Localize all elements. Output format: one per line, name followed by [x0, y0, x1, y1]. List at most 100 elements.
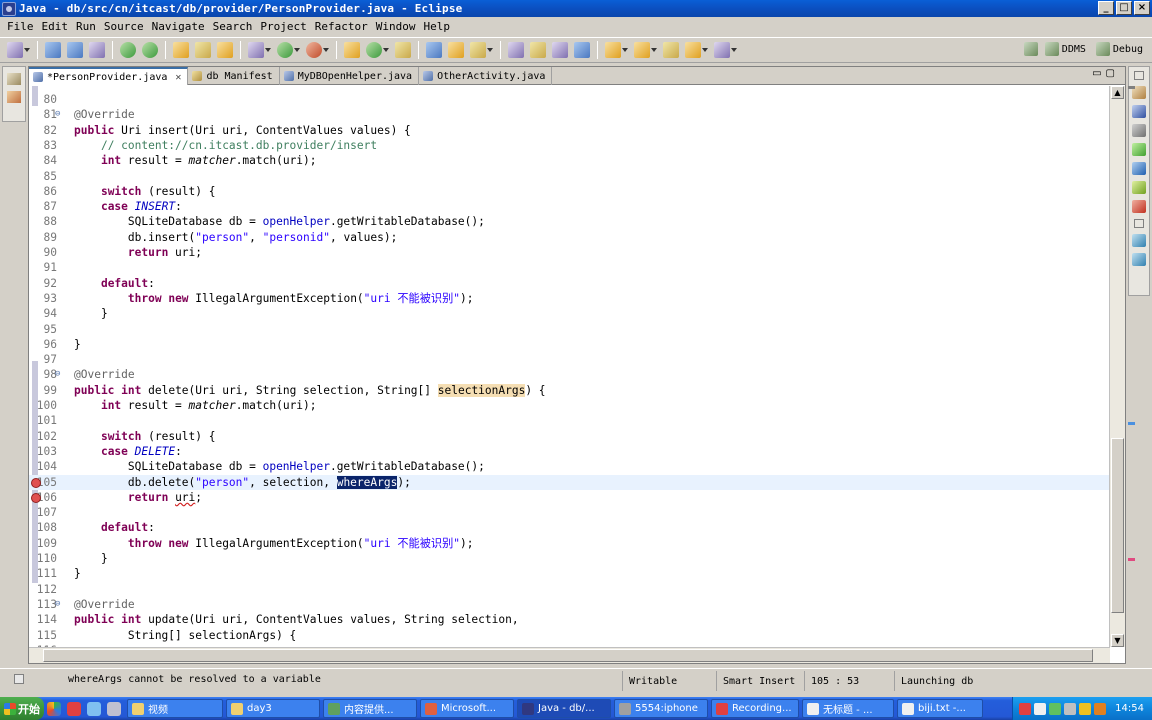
tab-other-activity[interactable]: OtherActivity.java: [419, 67, 553, 85]
menu-window[interactable]: Window: [372, 20, 420, 33]
previous-annotation-dropdown-icon[interactable]: [651, 42, 658, 58]
toggle-mark-occurrences-icon[interactable]: [508, 42, 524, 58]
code-line[interactable]: 105 db.delete("person", selection, where…: [29, 474, 1109, 490]
task-item[interactable]: biji.txt -...: [897, 699, 983, 718]
code-text[interactable]: }: [74, 306, 108, 321]
maximize-button[interactable]: □: [1116, 1, 1132, 15]
tab-db-manifest[interactable]: db Manifest: [188, 67, 280, 85]
vertical-scroll-thumb[interactable]: [1111, 438, 1124, 613]
fold-toggle-icon[interactable]: ⊖: [55, 367, 60, 382]
code-line[interactable]: 84 int result = matcher.match(uri);: [29, 153, 1109, 168]
code-line[interactable]: 81 ⊖ @Override: [29, 107, 1109, 122]
block-selection-icon[interactable]: [574, 42, 590, 58]
code-text[interactable]: throw new IllegalArgumentException("uri …: [74, 536, 474, 551]
task-item[interactable]: Microsoft...: [420, 699, 514, 718]
code-text[interactable]: }: [74, 551, 108, 566]
code-line[interactable]: 87 case INSERT:: [29, 199, 1109, 214]
code-line[interactable]: 82 public Uri insert(Uri uri, ContentValu…: [29, 123, 1109, 138]
external-tools-dropdown-icon[interactable]: [323, 42, 330, 58]
show-whitespace-icon[interactable]: [552, 42, 568, 58]
open-type-icon[interactable]: [395, 42, 411, 58]
open-package-icon[interactable]: [173, 42, 189, 58]
code-text[interactable]: return uri;: [74, 490, 202, 505]
start-button[interactable]: 开始: [0, 697, 44, 720]
next-annotation-icon[interactable]: [605, 42, 621, 58]
new-dropdown-icon[interactable]: [24, 42, 31, 58]
status-progress[interactable]: Launching db: [894, 671, 1144, 691]
code-text[interactable]: int result = matcher.match(uri);: [74, 153, 317, 168]
open-task-icon[interactable]: [426, 42, 442, 58]
print-icon[interactable]: [89, 42, 105, 58]
build-icon[interactable]: [344, 42, 360, 58]
code-line[interactable]: 96}: [29, 337, 1109, 352]
code-line[interactable]: 95: [29, 322, 1109, 337]
code-text[interactable]: @Override: [74, 107, 135, 122]
menu-project[interactable]: Project: [256, 20, 310, 33]
fold-toggle-icon[interactable]: ⊖: [55, 597, 60, 612]
code-line[interactable]: 91: [29, 260, 1109, 275]
tray-app-icon[interactable]: [1019, 702, 1031, 715]
new-file-icon[interactable]: [7, 42, 23, 58]
tab-person-provider[interactable]: *PersonProvider.java ✕: [29, 67, 189, 85]
debug-dropdown-icon[interactable]: [265, 42, 272, 58]
package-explorer-icon[interactable]: [7, 91, 21, 103]
android-sdk-icon[interactable]: [120, 42, 136, 58]
code-text[interactable]: }: [74, 337, 81, 352]
minimize-button[interactable]: _: [1098, 1, 1114, 15]
tray-ime-icon[interactable]: [1094, 702, 1106, 715]
open-perspective-icon[interactable]: [1023, 42, 1038, 56]
scroll-down-arrow-icon[interactable]: ▼: [1111, 634, 1124, 647]
code-line[interactable]: 112: [29, 582, 1109, 597]
quicklaunch-explorer-icon[interactable]: [107, 701, 121, 716]
code-line[interactable]: 90 return uri;: [29, 245, 1109, 260]
perspective-debug[interactable]: Debug: [1093, 40, 1146, 58]
code-line[interactable]: 102 switch (result) {: [29, 429, 1109, 444]
refresh-dropdown-icon[interactable]: [383, 42, 390, 58]
back-dropdown-icon[interactable]: [702, 42, 709, 58]
code-editor[interactable]: 80 81 ⊖ @Override 82 public Uri insert(Uri ur…: [29, 86, 1109, 647]
error-marker-icon[interactable]: [31, 477, 41, 488]
overview-ruler[interactable]: [1127, 86, 1137, 647]
code-text[interactable]: default:: [74, 520, 155, 535]
code-line[interactable]: 86 switch (result) {: [29, 184, 1109, 199]
code-line[interactable]: 89 db.insert("person", "personid", value…: [29, 230, 1109, 245]
code-line[interactable]: 111}: [29, 566, 1109, 581]
code-line[interactable]: 92 default:: [29, 276, 1109, 291]
code-text[interactable]: throw new IllegalArgumentException("uri …: [74, 291, 474, 306]
code-text[interactable]: SQLiteDatabase db = openHelper.getWritab…: [74, 214, 485, 229]
code-line[interactable]: 83 // content://cn.itcast.db.provider/in…: [29, 138, 1109, 153]
task-item[interactable]: 5554:iphone: [614, 699, 708, 718]
code-text[interactable]: @Override: [74, 597, 135, 612]
code-line[interactable]: 98 ⊖ @Override: [29, 367, 1109, 382]
tray-update-icon[interactable]: [1079, 702, 1091, 715]
fast-view-icon[interactable]: [14, 674, 24, 684]
code-text[interactable]: default:: [74, 276, 155, 291]
minimize-editor-icon[interactable]: ▭: [1092, 68, 1105, 79]
restore-view-icon[interactable]: [1134, 71, 1144, 80]
code-line[interactable]: 94 }: [29, 306, 1109, 321]
forward-dropdown-icon[interactable]: [731, 42, 738, 58]
task-item[interactable]: 无标题 - ...: [802, 699, 894, 718]
code-line[interactable]: 80: [29, 92, 1109, 107]
overview-marker[interactable]: [1128, 558, 1135, 561]
tab-mydb-open-helper[interactable]: MyDBOpenHelper.java: [280, 67, 420, 85]
new-interface-icon[interactable]: [217, 42, 233, 58]
code-text[interactable]: switch (result) {: [74, 429, 216, 444]
code-line[interactable]: 106 return uri;: [29, 490, 1109, 505]
vertical-scrollbar[interactable]: ▲ ▼: [1109, 86, 1125, 647]
task-item[interactable]: day3: [226, 699, 320, 718]
task-item[interactable]: 内容提供...: [323, 699, 417, 718]
code-line[interactable]: 115 String[] selectionArgs) {: [29, 628, 1109, 643]
eclipse-app-icon[interactable]: [2, 1, 16, 16]
menu-navigate[interactable]: Navigate: [148, 20, 209, 33]
menu-help[interactable]: Help: [419, 20, 454, 33]
quicklaunch-browser-icon[interactable]: [47, 701, 61, 716]
code-line[interactable]: 85: [29, 169, 1109, 184]
code-text[interactable]: }: [74, 566, 81, 581]
menu-source[interactable]: Source: [100, 20, 148, 33]
save-all-icon[interactable]: [67, 42, 83, 58]
new-class-icon[interactable]: [195, 42, 211, 58]
next-annotation-dropdown-icon[interactable]: [622, 42, 629, 58]
code-line[interactable]: 107: [29, 505, 1109, 520]
code-line[interactable]: 108 default:: [29, 520, 1109, 535]
